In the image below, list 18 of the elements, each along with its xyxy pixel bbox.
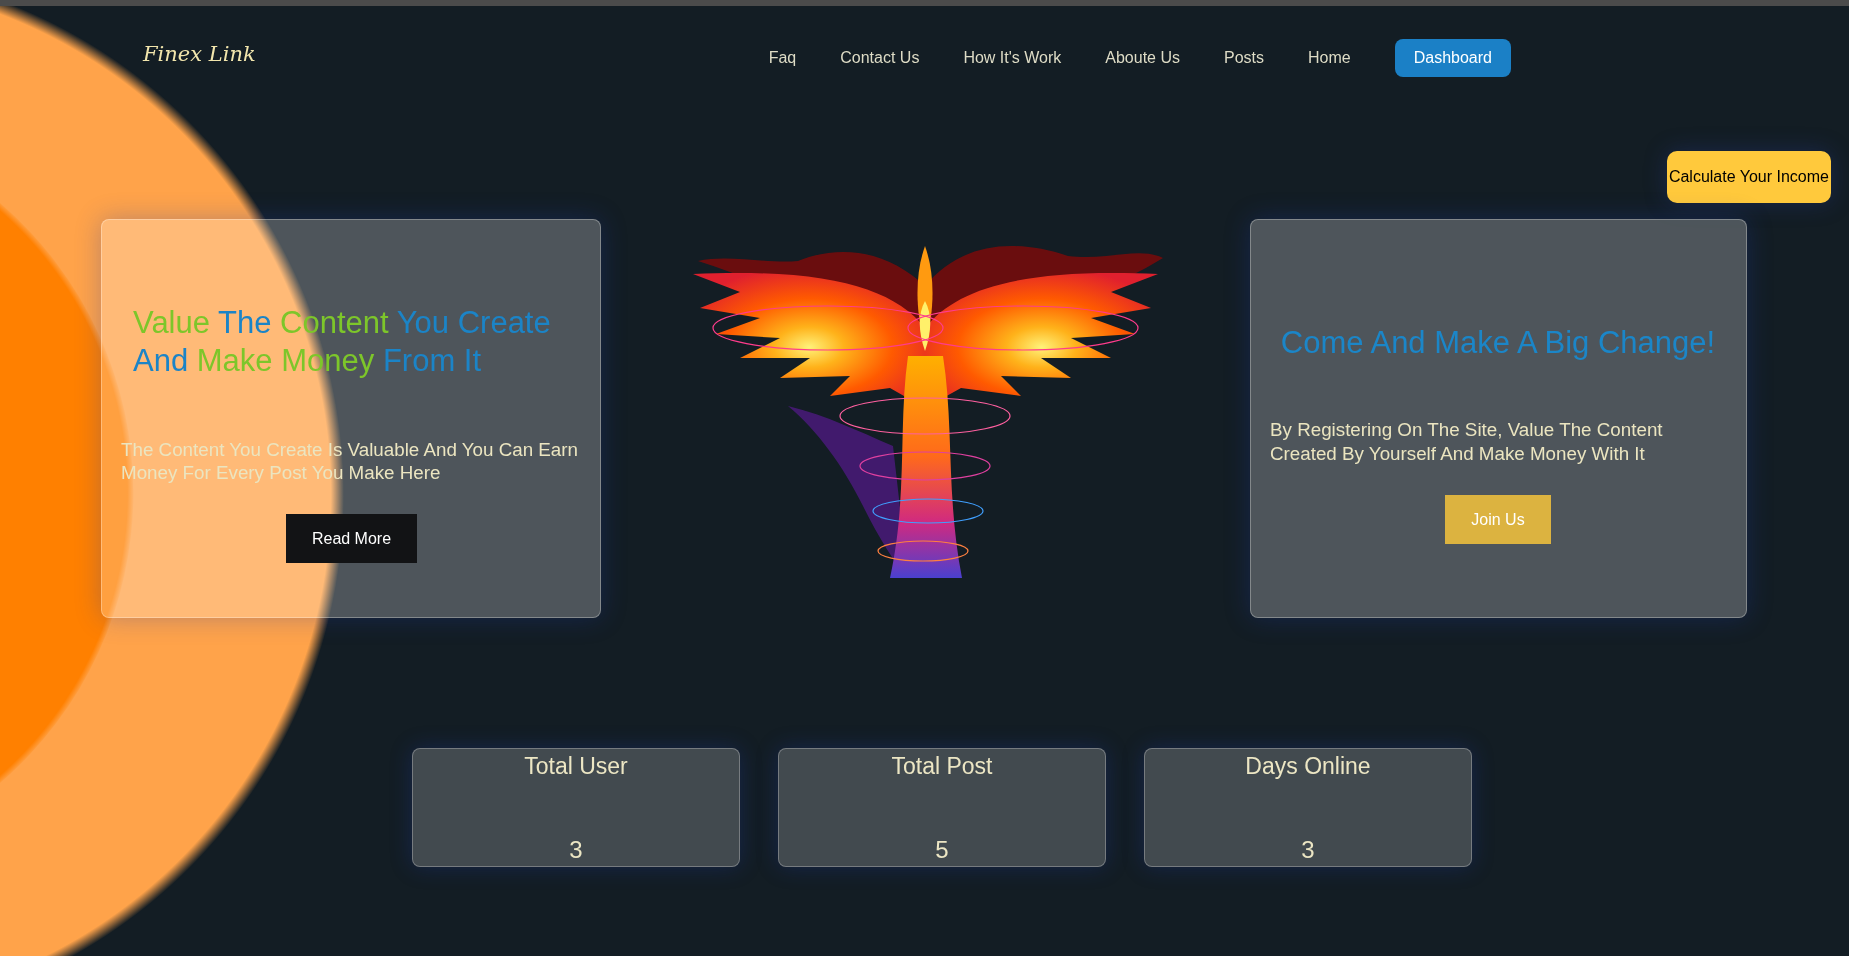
- calculate-income-button[interactable]: Calculate Your Income: [1666, 151, 1831, 203]
- nav-link[interactable]: Contact Us: [840, 49, 920, 67]
- nav-link[interactable]: How It's Work: [963, 49, 1062, 67]
- join-headline: Come And Make A Big Change!: [1279, 324, 1717, 362]
- stat-label: Total Post: [891, 753, 993, 780]
- stat-value: 3: [1301, 836, 1315, 864]
- join-text: By Registering On The Site, Value The Content Created By Yourself And Make Money With It: [1270, 418, 1664, 466]
- logo[interactable]: Finex Link: [143, 42, 256, 66]
- stat-value: 5: [935, 836, 949, 864]
- dashboard-button[interactable]: Dashboard: [1394, 39, 1511, 77]
- stat-value: 3: [569, 836, 583, 864]
- stat-label: Total User: [524, 753, 628, 780]
- nav-link[interactable]: Posts: [1224, 49, 1265, 67]
- nav-link[interactable]: Aboute Us: [1105, 49, 1180, 67]
- nav-link[interactable]: Home: [1308, 49, 1351, 67]
- nav-link[interactable]: Faq: [768, 49, 797, 67]
- stat-label: Days Online: [1245, 753, 1371, 780]
- read-more-button[interactable]: Read More: [286, 514, 417, 563]
